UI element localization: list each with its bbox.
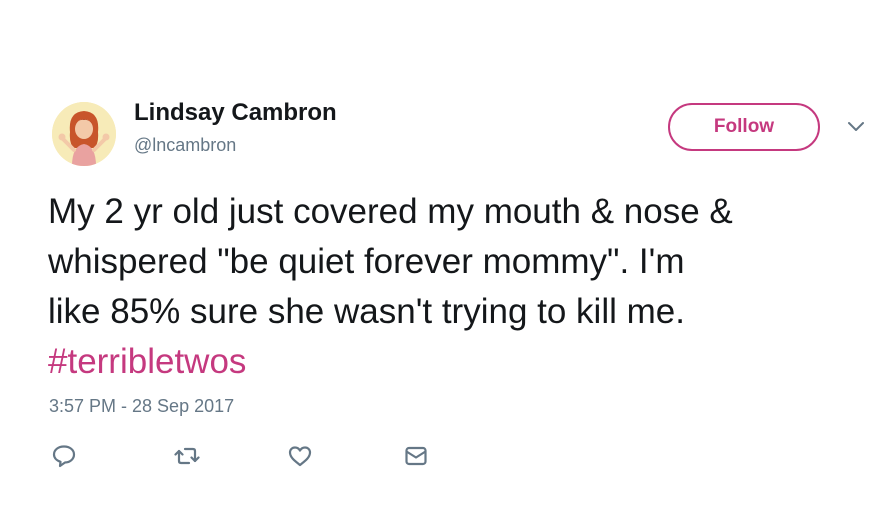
tweet-card: Lindsay Cambron @lncambron Follow My 2 y…	[0, 0, 890, 531]
chevron-down-icon[interactable]	[846, 120, 866, 134]
avatar[interactable]	[52, 102, 116, 166]
avatar-illustration	[52, 102, 116, 166]
follow-button[interactable]: Follow	[668, 103, 820, 151]
author-name[interactable]: Lindsay Cambron	[134, 99, 337, 127]
hashtag-link[interactable]: #terribletwos	[48, 342, 246, 381]
retweet-icon[interactable]	[174, 443, 200, 469]
like-icon[interactable]	[287, 443, 313, 469]
tweet-text-line: whispered "be quiet forever mommy". I'm	[48, 242, 685, 281]
tweet-timestamp[interactable]: 3:57 PM - 28 Sep 2017	[49, 396, 234, 417]
tweet-text: My 2 yr old just covered my mouth & nose…	[48, 187, 878, 387]
tweet-text-line: like 85% sure she wasn't trying to kill …	[48, 292, 685, 331]
reply-icon[interactable]	[51, 443, 77, 469]
tweet-text-line: My 2 yr old just covered my mouth & nose…	[48, 192, 733, 231]
message-icon[interactable]	[403, 443, 429, 469]
author-handle[interactable]: @lncambron	[134, 135, 236, 156]
